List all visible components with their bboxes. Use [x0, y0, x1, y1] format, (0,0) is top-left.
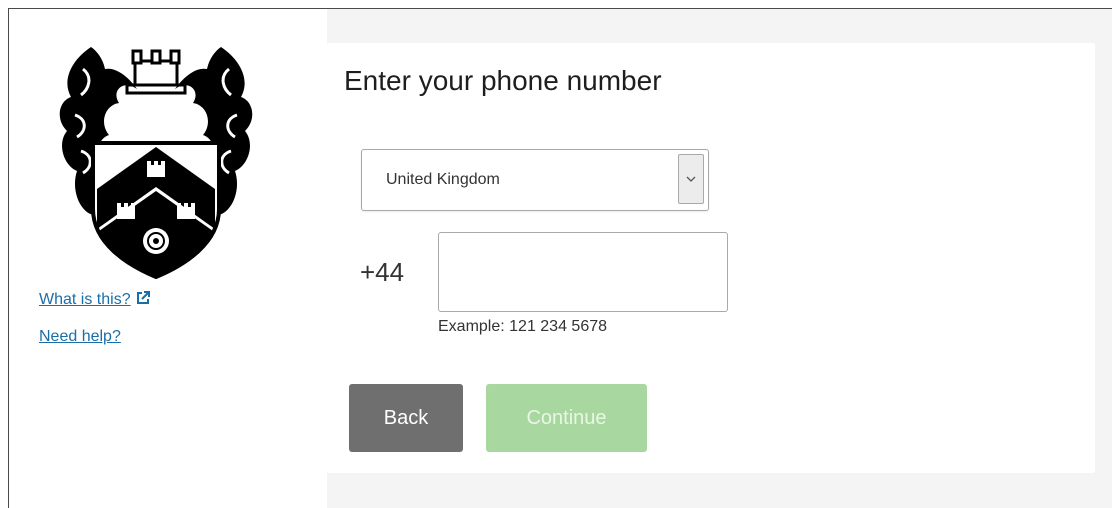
- back-button[interactable]: Back: [349, 384, 463, 452]
- dial-code: +44: [360, 257, 405, 287]
- phone-number-input[interactable]: [438, 232, 728, 312]
- what-is-this-link[interactable]: What is this?: [39, 291, 150, 309]
- chevron-down-icon: [686, 176, 696, 182]
- sidebar: What is this? Need help?: [9, 9, 327, 508]
- external-link-icon: [136, 291, 150, 304]
- what-is-this-label: What is this?: [39, 291, 131, 308]
- need-help-link[interactable]: Need help?: [39, 328, 121, 346]
- country-select-value: United Kingdom: [386, 171, 500, 188]
- phone-entry-card: Enter your phone number United Kingdom +…: [327, 43, 1095, 473]
- country-select[interactable]: United Kingdom: [361, 149, 709, 211]
- example-hint: Example: 121 234 5678: [438, 318, 608, 335]
- page-frame: What is this? Need help? Enter your phon…: [8, 8, 1112, 508]
- page-title: Enter your phone number: [344, 65, 662, 96]
- select-arrow-button[interactable]: [678, 154, 704, 204]
- continue-button[interactable]: Continue: [486, 384, 647, 452]
- university-crest-logo: [59, 47, 253, 279]
